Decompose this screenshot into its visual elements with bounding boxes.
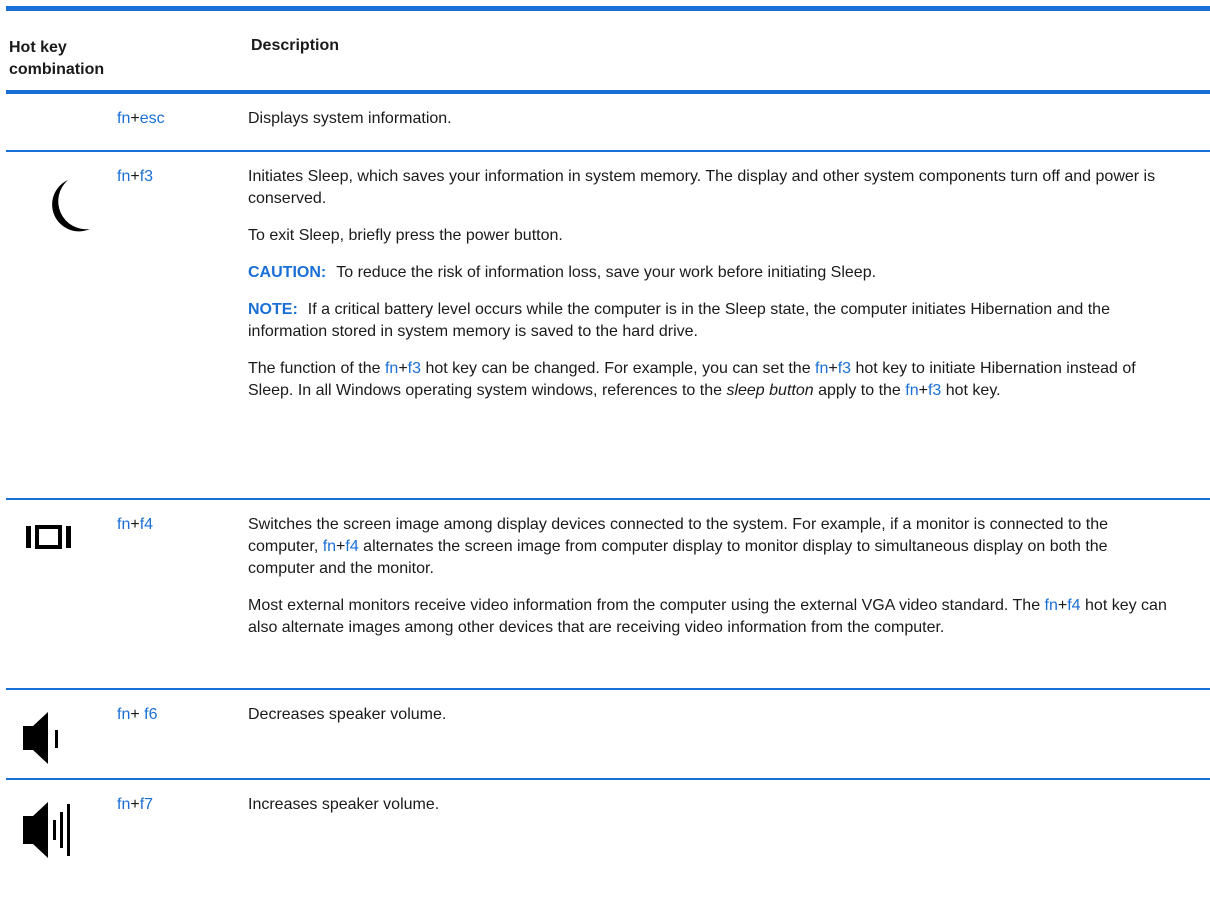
hotkey-cell: fn+f4 [117,516,154,533]
volume-down-icon [6,690,111,778]
hotkey-cell: fn+f3 [117,168,154,185]
function-paragraph: The function of the fn+f3 hot key can be… [248,360,1136,399]
description-cell: Displays system information. [248,110,452,127]
caution-label: CAUTION: [248,264,327,281]
description-cell: Decreases speaker volume. [248,706,447,723]
table-row: fn+f3 Initiates Sleep, which saves your … [6,152,1210,500]
hotkey-cell: fn+ f6 [117,706,158,723]
key-esc: esc [139,110,165,127]
table-row: fn+f4 Switches the screen image among di… [6,500,1210,690]
header-hotkey-combination: Hot key combination [9,39,105,78]
hotkey-table: Hot key combination Description fn+esc D… [6,6,1210,875]
note-label: NOTE: [248,301,298,318]
description-cell: Increases speaker volume. [248,796,440,813]
hotkey-cell: fn+esc [117,110,165,127]
table-header: Hot key combination Description [6,11,1210,94]
caution-note: CAUTION: To reduce the risk of informatio… [248,264,877,281]
hotkey-cell: fn+f7 [117,796,154,813]
display-switch-icon [6,500,111,560]
moon-sleep-icon [6,152,111,242]
volume-up-icon [6,780,111,875]
table-row: fn+esc Displays system information. [6,94,1210,152]
description-cell: Switches the screen image among display … [248,516,1167,636]
header-description: Description [251,37,340,54]
table-row: fn+f7 Increases speaker volume. [6,780,1210,875]
description-cell: Initiates Sleep, which saves your inform… [248,166,1168,417]
note-paragraph: NOTE: If a critical battery level occurs … [248,301,1110,340]
key-fn: fn [117,110,131,127]
table-row: fn+ f6 Decreases speaker volume. [6,690,1210,780]
